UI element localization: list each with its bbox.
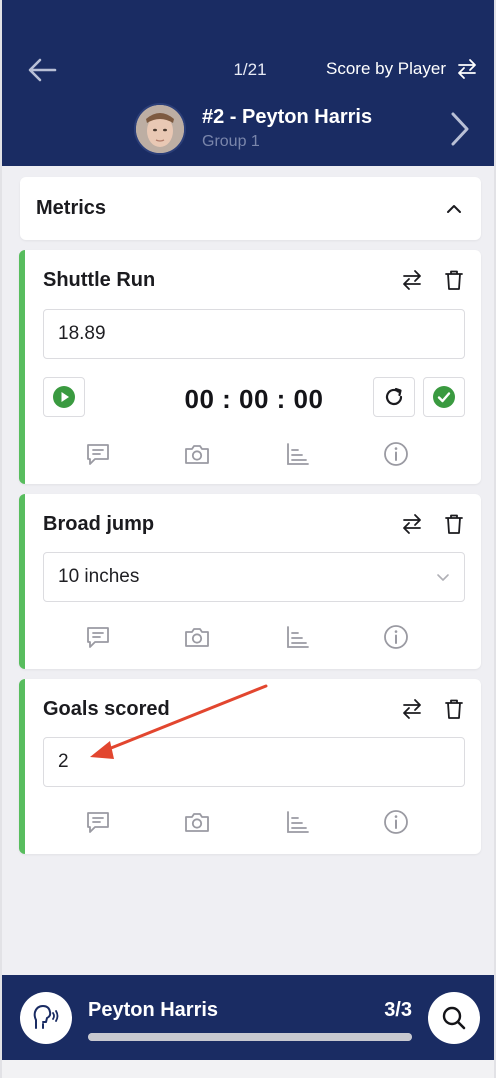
info-button[interactable] [381,439,411,469]
metrics-section-header[interactable]: Metrics [20,177,481,240]
back-arrow-icon [28,58,57,82]
delete-metric-button[interactable] [441,267,467,293]
camera-icon [185,628,210,647]
metric-value-input[interactable]: 18.89 [43,309,465,359]
info-icon [384,442,408,466]
metric-value-select[interactable]: 10 inches [43,552,465,602]
avatar-photo [136,105,184,153]
timer-confirm-button[interactable] [423,377,465,417]
comment-icon [87,627,109,648]
delete-metric-button[interactable] [441,696,467,722]
camera-icon [185,445,210,464]
info-icon [384,625,408,649]
info-button[interactable] [381,807,411,837]
next-player-button[interactable] [446,108,474,150]
timer-controls: 00 : 00 : 00 [43,377,465,417]
comment-icon [87,812,109,833]
score-mode-toggle[interactable]: Score by Player [326,58,478,80]
metric-title: Broad jump [43,513,155,535]
voice-icon [33,1005,59,1029]
bottom-strip [2,1060,494,1078]
stats-button[interactable] [282,807,312,837]
camera-button[interactable] [182,622,212,652]
metric-tools [83,439,411,469]
trash-icon [445,270,463,290]
comment-button[interactable] [83,807,113,837]
swap-metric-button[interactable] [399,696,425,722]
bottom-player-bar: Peyton Harris 3/3 [2,975,494,1060]
play-icon [53,386,75,408]
refresh-icon [385,387,403,406]
trash-icon [445,514,463,534]
metric-title: Shuttle Run [43,269,156,291]
stats-button[interactable] [282,622,312,652]
back-button[interactable] [24,54,60,86]
metric-card-goals-scored: Goals scored 2 [19,679,481,854]
camera-button[interactable] [182,807,212,837]
swap-icon [403,514,421,534]
swap-metric-button[interactable] [399,267,425,293]
stats-button[interactable] [282,439,312,469]
search-button[interactable] [428,992,480,1044]
camera-icon [185,813,210,832]
chevron-down-icon [437,573,449,581]
metrics-completed-count: 3/3 [384,999,412,1021]
swap-icon [403,699,421,719]
metric-value-input[interactable]: 2 [43,737,465,787]
metrics-title: Metrics [36,197,107,219]
top-header: 1/21 Score by Player #2 - Peyton Harris … [2,0,494,166]
info-icon [384,810,408,834]
bar-chart-icon [286,443,309,465]
comment-icon [87,444,109,465]
camera-button[interactable] [182,439,212,469]
current-player-name: Peyton Harris [88,999,219,1021]
chevron-right-icon [451,112,469,146]
bar-chart-icon [286,811,309,833]
metric-tools [83,622,411,652]
check-circle-icon [433,386,455,408]
timer-reset-button[interactable] [373,377,415,417]
player-avatar [134,103,186,155]
bar-chart-icon [286,626,309,648]
metric-card-broad-jump: Broad jump 10 inches [19,494,481,669]
player-group: Group 1 [202,133,260,150]
comment-button[interactable] [83,439,113,469]
progress-fill [88,1033,412,1041]
swap-metric-button[interactable] [399,511,425,537]
timer-play-button[interactable] [43,377,85,417]
progress-bar [88,1033,412,1041]
swap-icon [458,59,476,79]
metric-tools [83,807,411,837]
info-button[interactable] [381,622,411,652]
score-mode-label: Score by Player [326,59,446,78]
metric-card-shuttle-run: Shuttle Run 18.89 00 : 00 : 00 [19,250,481,484]
selected-value: 10 inches [58,566,140,587]
comment-button[interactable] [83,622,113,652]
metric-title: Goals scored [43,698,170,720]
delete-metric-button[interactable] [441,511,467,537]
app-screen: 1/21 Score by Player #2 - Peyton Harris … [0,0,496,1078]
search-icon [442,1006,466,1030]
chevron-up-icon [447,204,461,213]
voice-input-button[interactable] [20,992,72,1044]
trash-icon [445,699,463,719]
swap-icon [403,270,421,290]
player-name: #2 - Peyton Harris [202,106,373,128]
